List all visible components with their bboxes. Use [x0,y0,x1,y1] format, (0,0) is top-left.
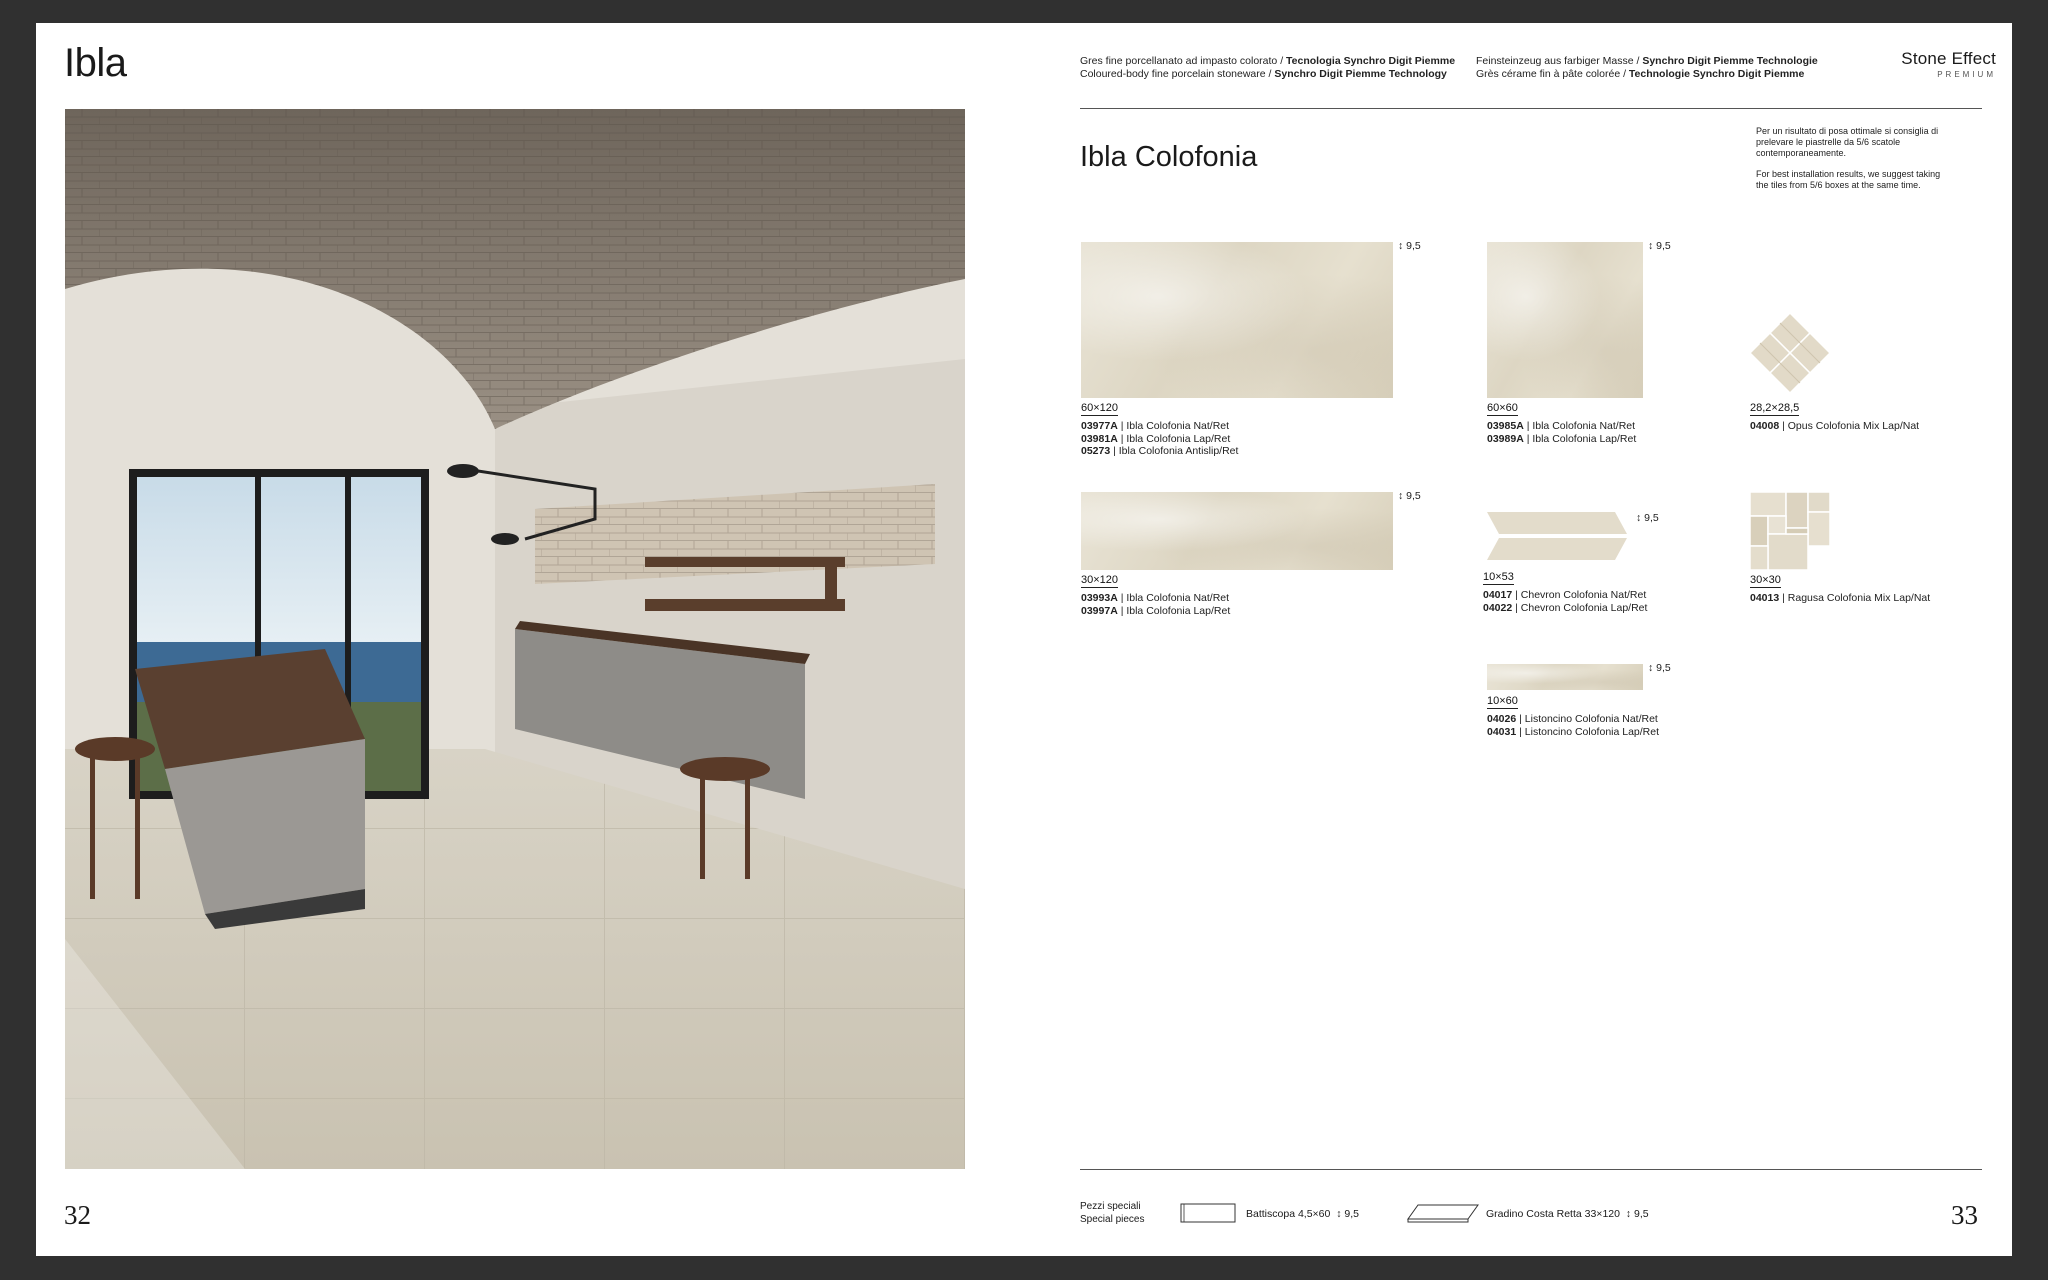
tile-swatch-60x60 [1487,242,1643,398]
code-line: 03981A | Ibla Colofonia Lap/Ret [1081,432,1231,445]
tile-swatch-chevron [1487,512,1627,574]
header-technology-it-en: Gres fine porcellanato ad impasto colora… [1080,55,1456,80]
brand-sub: PREMIUM [1937,70,1996,79]
thickness-label: ↕ 9,5 [1648,662,1671,674]
tile-codes-30x120: 03993A | Ibla Colofonia Nat/Ret 03997A |… [1081,592,1230,617]
code-line: 04008 | Opus Colofonia Mix Lap/Nat [1750,420,1920,432]
page-number-left: 32 [64,1200,91,1230]
installation-note-it: Per un risultato di posa ottimale si con… [1756,126,1939,158]
special-piece-skirting: Battiscopa 4,5×60 ↕ 9,5 [1246,1208,1359,1220]
size-label: 60×60 [1487,402,1518,416]
series-title: Ibla [64,41,127,85]
thickness-label: ↕ 9,5 [1398,240,1421,252]
size-label: 60×120 [1081,402,1119,416]
special-pieces-label: Pezzi speciali Special pieces [1080,1201,1145,1225]
brand-name: Stone Effect [1901,49,1996,68]
code-line: 04022 | Chevron Colofonia Lap/Ret [1483,601,1648,614]
tile-swatch-60x120 [1081,242,1393,398]
kitchen-room-photo [65,109,965,1169]
page-number-right: 33 [1951,1200,1978,1230]
tile-swatch-ragusa [1749,491,1831,571]
code-line: 05273 | Ibla Colofonia Antislip/Ret [1081,445,1239,457]
tile-codes-60x60: 03985A | Ibla Colofonia Nat/Ret 03989A |… [1487,420,1636,445]
code-line: 04031 | Listoncino Colofonia Lap/Ret [1487,725,1660,738]
thickness-label: ↕ 9,5 [1636,512,1659,524]
size-label: 10×60 [1487,695,1518,709]
size-label: 30×30 [1750,574,1781,588]
code-line: 03977A | Ibla Colofonia Nat/Ret [1081,420,1230,432]
thickness-label: ↕ 9,5 [1648,240,1671,252]
installation-note: Per un risultato di posa ottimale si con… [1756,126,1946,201]
special-piece-step: Gradino Costa Retta 33×120 ↕ 9,5 [1486,1208,1649,1220]
code-line: 04017 | Chevron Colofonia Nat/Ret [1483,589,1647,601]
brand-logo: Stone Effect PREMIUM [1886,49,1996,79]
code-line: 03997A | Ibla Colofonia Lap/Ret [1081,604,1231,617]
product-title: Ibla Colofonia [1080,141,1258,173]
header-rule [1080,108,1982,109]
tile-codes-listoncino: 04026 | Listoncino Colofonia Nat/Ret 040… [1487,713,1659,738]
size-label: 30×120 [1081,574,1119,588]
code-line: 03989A | Ibla Colofonia Lap/Ret [1487,432,1637,445]
tile-codes-chevron: 04017 | Chevron Colofonia Nat/Ret 04022 … [1483,589,1647,614]
installation-note-en: For best installation results, we sugges… [1756,169,1941,190]
footer-rule [1080,1169,1982,1170]
code-line: 03993A | Ibla Colofonia Nat/Ret [1081,592,1230,604]
tile-swatch-10x60 [1487,664,1643,690]
tile-swatch-30x120 [1081,492,1393,570]
code-line: 03985A | Ibla Colofonia Nat/Ret [1487,420,1636,432]
size-label: 10×53 [1483,571,1514,585]
tile-codes-60x120: 03977A | Ibla Colofonia Nat/Ret 03981A |… [1081,420,1238,458]
tile-codes-opus: 04008 | Opus Colofonia Mix Lap/Nat [1750,420,1919,433]
code-line: 04026 | Listoncino Colofonia Nat/Ret [1487,713,1658,725]
size-label: 28,2×28,5 [1750,402,1800,416]
catalog-spread: Ibla 32 Gres fine porcellanato ad impast… [36,23,2012,1256]
header-technology-de-fr: Feinsteinzeug aus farbiger Masse / Synch… [1476,55,1818,80]
step-piece-icon [1406,1203,1480,1223]
thickness-label: ↕ 9,5 [1398,490,1421,502]
code-line: 04013 | Ragusa Colofonia Mix Lap/Nat [1750,592,1931,604]
tile-swatch-opus-herringbone [1748,311,1832,397]
skirting-piece-icon [1180,1203,1236,1223]
tile-codes-ragusa: 04013 | Ragusa Colofonia Mix Lap/Nat [1750,592,1930,605]
